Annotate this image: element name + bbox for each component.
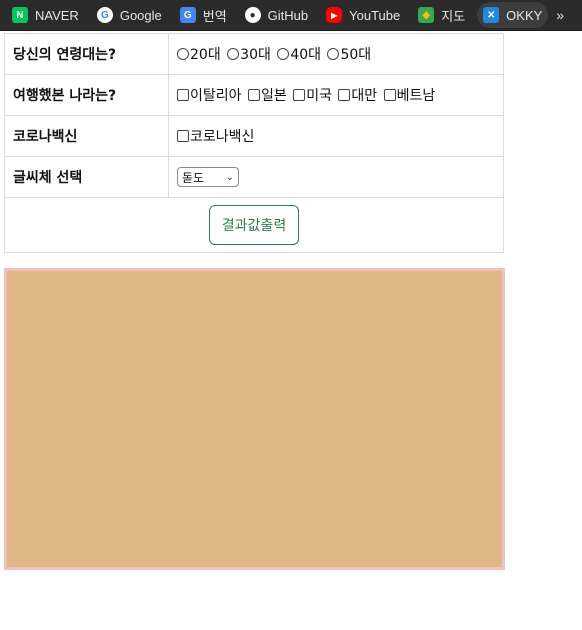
age-option-30[interactable]: 30대	[227, 44, 271, 64]
country-option-italy[interactable]: 이탈리아	[177, 85, 242, 105]
bookmark-label: OKKY	[506, 7, 543, 23]
vaccine-row: 코로나백신 코로나백신	[4, 115, 504, 157]
bookmark-label: 지도	[441, 8, 466, 24]
font-select-value: 돋도	[182, 170, 205, 185]
country-option-taiwan[interactable]: 대만	[338, 85, 377, 105]
countries-options: 이탈리아 일본 미국 대만 베트남	[168, 74, 504, 116]
bookmark-naver[interactable]: N NAVER	[6, 2, 85, 28]
age-label: 당신의 연령대는?	[4, 33, 169, 75]
age-options: 20대 30대 40대 50대	[168, 33, 504, 75]
submit-row: 결과값출력	[4, 197, 504, 253]
country-option-japan[interactable]: 일본	[247, 85, 287, 105]
okky-icon: ✕	[483, 7, 500, 23]
checkbox-icon[interactable]	[247, 89, 260, 101]
submit-cell: 결과값출력	[4, 197, 504, 253]
bookmark-label: YouTube	[349, 7, 401, 23]
country-option-usa[interactable]: 미국	[293, 85, 332, 105]
bookmark-youtube[interactable]: ▶ YouTube	[320, 2, 406, 28]
result-display-box	[4, 268, 505, 570]
age-option-20[interactable]: 20대	[177, 44, 221, 64]
vaccine-label: 코로나백신	[4, 115, 169, 157]
bookmark-label: GitHub	[267, 7, 309, 23]
radio-icon[interactable]	[177, 48, 189, 60]
youtube-icon: ▶	[326, 7, 343, 23]
font-select[interactable]: 돋도 ⌄	[177, 167, 239, 187]
result-output-button[interactable]: 결과값출력	[208, 205, 300, 245]
checkbox-icon[interactable]	[177, 130, 189, 142]
bookmark-okky[interactable]: ✕ OKKY	[477, 2, 549, 28]
bookmark-label: Google	[119, 7, 162, 23]
font-field: 돋도 ⌄	[168, 156, 504, 198]
age-row: 당신의 연령대는? 20대 30대 40대 50대	[4, 33, 504, 75]
bookmark-maps[interactable]: ◆ 지도	[412, 2, 471, 28]
countries-row: 여행했본 나라는? 이탈리아 일본 미국 대만 베트남	[4, 74, 504, 116]
font-label: 글씨체 선택	[4, 156, 169, 198]
age-option-40[interactable]: 40대	[277, 44, 321, 64]
font-row: 글씨체 선택 돋도 ⌄	[4, 156, 504, 198]
radio-icon[interactable]	[327, 48, 340, 60]
countries-label: 여행했본 나라는?	[4, 74, 169, 116]
bookmark-translate[interactable]: G 번역	[174, 2, 233, 28]
checkbox-icon[interactable]	[177, 89, 189, 101]
bookmark-github[interactable]: ● GitHub	[239, 2, 314, 28]
bookmarks-overflow-button[interactable]: »	[556, 7, 564, 23]
google-icon: G	[96, 7, 113, 23]
age-option-50[interactable]: 50대	[327, 44, 371, 64]
github-icon: ●	[244, 7, 261, 23]
checkbox-icon[interactable]	[383, 89, 396, 101]
bookmark-label: 번역	[202, 8, 227, 24]
vaccine-options: 코로나백신	[168, 115, 504, 157]
radio-icon[interactable]	[277, 48, 290, 60]
checkbox-icon[interactable]	[338, 89, 351, 101]
translate-icon: G	[179, 7, 196, 23]
country-option-vietnam[interactable]: 베트남	[383, 85, 435, 105]
vaccine-option[interactable]: 코로나백신	[177, 126, 254, 146]
checkbox-icon[interactable]	[293, 89, 306, 101]
chevron-down-icon: ⌄	[225, 171, 234, 183]
bookmark-label: NAVER	[35, 7, 79, 23]
maps-icon: ◆	[418, 7, 435, 23]
bookmark-google[interactable]: G Google	[91, 2, 168, 28]
radio-icon[interactable]	[227, 48, 240, 60]
naver-icon: N	[12, 7, 28, 23]
survey-form-table: 당신의 연령대는? 20대 30대 40대 50대 여행했본 나라는? 이탈리아…	[4, 33, 504, 253]
bookmarks-bar: N NAVER G Google G 번역 ● GitHub ▶ YouTube…	[0, 0, 582, 31]
